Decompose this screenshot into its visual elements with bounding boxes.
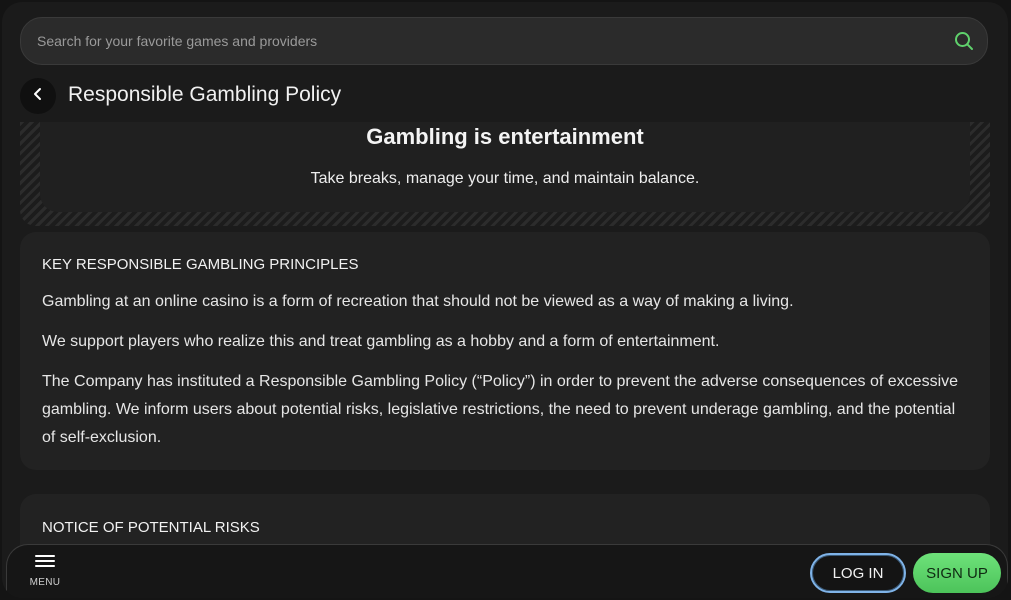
principles-section: KEY RESPONSIBLE GAMBLING PRINCIPLES Gamb… xyxy=(20,232,990,470)
section-paragraph: Gambling at an online casino is a form o… xyxy=(42,293,794,310)
bottom-bar: MENU LOG IN SIGN UP xyxy=(6,544,1008,598)
back-button[interactable] xyxy=(20,78,56,114)
banner-subtitle: Take breaks, manage your time, and maint… xyxy=(310,170,700,187)
app-window: Responsible Gambling Policy Gambling is … xyxy=(2,2,1008,598)
banner-panel: Gambling is entertainment Take breaks, m… xyxy=(40,122,970,212)
menu-label: MENU xyxy=(29,577,61,588)
section-heading: NOTICE OF POTENTIAL RISKS xyxy=(42,519,260,536)
search-icon[interactable] xyxy=(953,30,975,52)
section-heading: KEY RESPONSIBLE GAMBLING PRINCIPLES xyxy=(42,256,359,273)
chevron-left-icon xyxy=(31,87,45,106)
app-frame: Responsible Gambling Policy Gambling is … xyxy=(0,0,1011,600)
banner-title: Gambling is entertainment xyxy=(366,124,644,149)
page-title: Responsible Gambling Policy xyxy=(68,83,342,106)
menu-button[interactable]: MENU xyxy=(27,553,63,597)
search-bar[interactable] xyxy=(20,17,988,65)
signup-button[interactable]: SIGN UP xyxy=(913,553,1001,593)
section-paragraph: The Company has instituted a Responsible… xyxy=(42,373,959,446)
search-input[interactable] xyxy=(21,32,953,50)
hamburger-menu-icon xyxy=(35,553,55,574)
section-paragraph: We support players who realize this and … xyxy=(42,333,720,350)
entertainment-banner: Gambling is entertainment Take breaks, m… xyxy=(20,122,990,226)
login-button[interactable]: LOG IN xyxy=(810,553,906,593)
